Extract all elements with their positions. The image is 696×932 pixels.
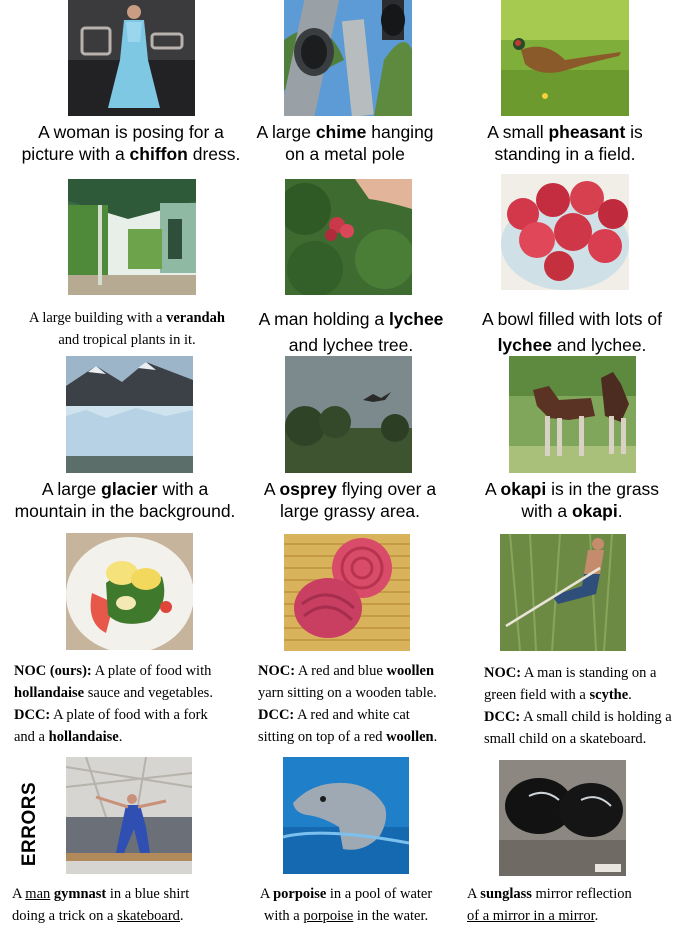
caption-error-gymnast: A man gymnast in a blue shirt doing a tr…: [12, 886, 190, 924]
photo-sunglass: [499, 760, 626, 876]
photo-porpoise: [283, 757, 409, 874]
caption-r1c3: A small pheasant is standing in a field.: [487, 122, 643, 164]
photo-woollen-yarn: [284, 534, 410, 651]
errors-label: ERRORS: [19, 781, 41, 867]
caption-r4c1: NOC (ours): A plate of food with holland…: [14, 663, 213, 745]
photo-lychee-bowl: [501, 174, 629, 290]
photo-lychee-tree: [285, 179, 412, 295]
photo-verandah: [68, 179, 196, 295]
photo-osprey: [285, 356, 412, 473]
photo-glacier: [66, 356, 193, 473]
caption-r1c1: A woman is posing for a picture with a c…: [21, 122, 241, 164]
caption-error-sunglass: A sunglass mirror reflection of a mirror…: [467, 886, 632, 924]
photo-scythe: [500, 534, 626, 651]
caption-r4c2: NOC: A red and blue woollen yarn sitting…: [258, 663, 438, 745]
photo-woman-chiffon-dress: [68, 0, 195, 116]
photo-hollandaise-plate: [66, 533, 193, 650]
caption-r3c1: A large glacier with a mountain in the b…: [14, 479, 236, 521]
caption-error-porpoise: A porpoise in a pool of water with a por…: [259, 886, 433, 924]
caption-r2c1: A large building with a verandah and tro…: [29, 310, 225, 348]
photo-gymnast: [66, 757, 192, 874]
photo-pheasant: [501, 0, 629, 116]
photo-chime: [284, 0, 412, 116]
caption-r2c3: A bowl filled with lots of lychee and ly…: [482, 309, 662, 355]
caption-r4c3: NOC: A man is standing on a green field …: [484, 665, 672, 747]
caption-r2c2: A man holding a lychee and lychee tree.: [258, 309, 444, 355]
caption-r1c2: A large chime hanging on a metal pole: [256, 122, 434, 164]
photo-okapi: [509, 356, 636, 473]
caption-r3c2: A osprey flying over a large grassy area…: [263, 479, 437, 521]
caption-r3c3: A okapi is in the grass with a okapi.: [484, 479, 660, 521]
